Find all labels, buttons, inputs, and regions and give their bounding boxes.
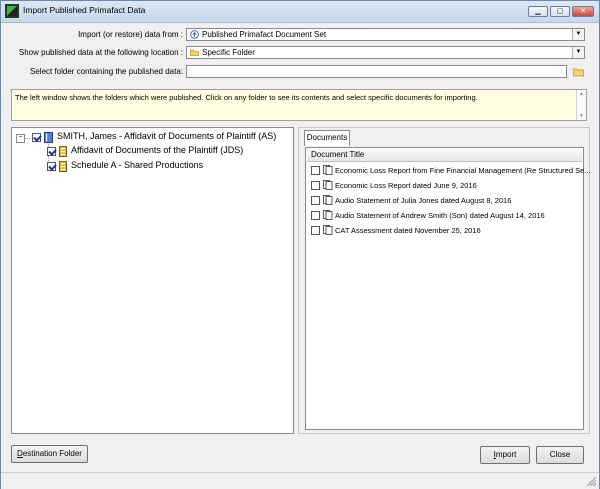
- document-folder-icon: [59, 146, 67, 157]
- browse-folder-icon[interactable]: [573, 67, 584, 77]
- document-title: Audio Statement of Julia Jones dated Aug…: [335, 196, 512, 205]
- import-from-select[interactable]: Published Primafact Document Set ▼: [186, 28, 585, 41]
- app-logo-icon: [5, 4, 19, 18]
- location-label: Show published data at the following loc…: [18, 48, 183, 57]
- import-from-value: Published Primafact Document Set: [202, 30, 327, 39]
- close-window-button[interactable]: ✕: [572, 6, 594, 17]
- document-stack-icon: [323, 165, 333, 175]
- info-panel: The left window shows the folders which …: [11, 89, 587, 121]
- folder-path-input[interactable]: [186, 65, 567, 78]
- document-checkbox[interactable]: [311, 211, 320, 220]
- tree-child-label[interactable]: Schedule A - Shared Productions: [71, 160, 203, 170]
- minimize-button[interactable]: ▁: [528, 6, 548, 17]
- document-stack-icon: [323, 195, 333, 205]
- document-title: Audio Statement of Andrew Smith (Son) da…: [335, 211, 545, 220]
- tree-child-label[interactable]: Affidavit of Documents of the Plaintiff …: [71, 145, 243, 155]
- location-select[interactable]: Specific Folder ▼: [186, 46, 585, 59]
- column-header-document-title[interactable]: Document Title: [307, 149, 582, 162]
- chevron-down-icon[interactable]: ▼: [572, 47, 584, 58]
- document-title: Economic Loss Report dated June 9, 2016: [335, 181, 477, 190]
- document-stack-icon: [323, 180, 333, 190]
- window-title: Import Published Primafact Data: [23, 5, 146, 15]
- document-folder-icon: [59, 161, 67, 172]
- document-stack-icon: [323, 210, 333, 220]
- folder-label: Select folder containing the published d…: [30, 67, 183, 76]
- chevron-down-icon[interactable]: ▼: [572, 29, 584, 40]
- import-label: mport: [495, 450, 517, 459]
- info-scrollbar[interactable]: ▲ ▼: [576, 90, 586, 120]
- location-value: Specific Folder: [202, 48, 255, 57]
- binder-icon: [44, 132, 53, 143]
- tree-connector: [25, 138, 30, 139]
- document-title: Economic Loss Report from Fine Financial…: [335, 166, 591, 175]
- status-bar: [1, 472, 599, 489]
- document-stack-icon: [323, 225, 333, 235]
- destination-folder-button[interactable]: Destination Folder: [11, 445, 88, 463]
- root-folder-checkbox[interactable]: [32, 133, 41, 142]
- folder-tree[interactable]: − SMITH, James - Affidavit of Documents …: [11, 127, 294, 434]
- document-checkbox[interactable]: [311, 196, 320, 205]
- title-bar[interactable]: Import Published Primafact Data ▁ ▢ ✕: [1, 1, 599, 23]
- child-folder-checkbox[interactable]: [47, 147, 56, 156]
- maximize-button[interactable]: ▢: [550, 6, 570, 17]
- collapse-toggle[interactable]: −: [16, 134, 25, 143]
- tree-root-label[interactable]: SMITH, James - Affidavit of Documents of…: [57, 131, 276, 141]
- import-from-label: Import (or restore) data from :: [78, 30, 183, 39]
- resize-grip-icon[interactable]: [587, 477, 597, 487]
- import-button[interactable]: Import: [480, 446, 530, 464]
- document-checkbox[interactable]: [311, 166, 320, 175]
- documents-list[interactable]: Document Title Economic Loss Report from…: [305, 147, 591, 430]
- document-checkbox[interactable]: [311, 226, 320, 235]
- document-set-icon: [190, 30, 199, 39]
- folder-icon: [190, 49, 199, 56]
- document-title: CAT Assessment dated November 25, 2016: [335, 226, 481, 235]
- import-dialog-window: Import Published Primafact Data ▁ ▢ ✕ Im…: [0, 0, 600, 489]
- info-text: The left window shows the folders which …: [15, 93, 478, 102]
- destination-label: estination Folder: [22, 449, 82, 458]
- column-header-label: Document Title: [311, 150, 365, 159]
- document-checkbox[interactable]: [311, 181, 320, 190]
- close-button[interactable]: Close: [536, 446, 584, 464]
- child-folder-checkbox[interactable]: [47, 162, 56, 171]
- tab-documents[interactable]: Documents: [304, 130, 350, 146]
